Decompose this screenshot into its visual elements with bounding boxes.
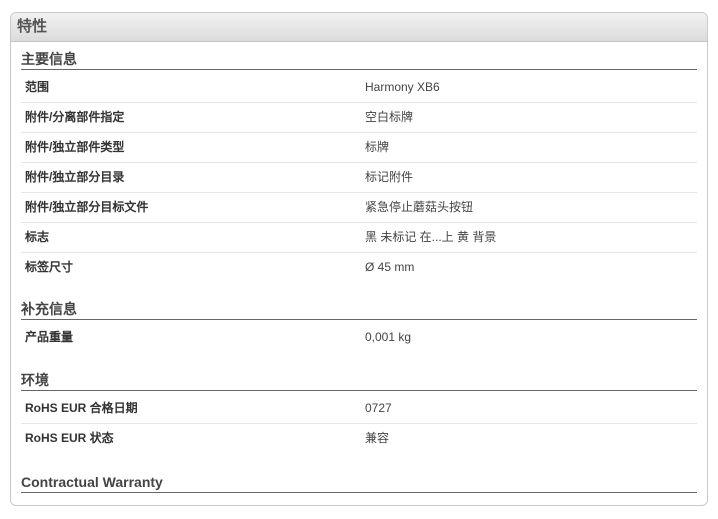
row-value: 标记附件 (365, 170, 414, 184)
section-title: 主要信息 (21, 51, 697, 70)
section-environment: 环境 RoHS EUR 合格日期 0727 RoHS EUR 状态 兼容 (11, 372, 707, 453)
section-title: Contractual Warranty (21, 474, 697, 493)
row-label: 范围 (25, 80, 50, 94)
row-label: 标志 (25, 230, 50, 244)
row-value: 空白标牌 (365, 110, 414, 124)
table-row: 范围 Harmony XB6 (21, 73, 697, 103)
table-row: 附件/分离部件指定 空白标牌 (21, 103, 697, 133)
row-value: 黑 未标记 在...上 黄 背景 (365, 230, 497, 244)
table-row: RoHS EUR 状态 兼容 (21, 424, 697, 453)
characteristics-panel: 特性 主要信息 范围 Harmony XB6 附件/分离部件指定 空白标牌 附件… (10, 12, 708, 506)
section-title: 补充信息 (21, 301, 697, 320)
table-row: 标志 黑 未标记 在...上 黄 背景 (21, 223, 697, 253)
row-value: 0,001 kg (365, 330, 412, 344)
row-label: 附件/独立部件类型 (25, 140, 125, 154)
section-contractual-warranty: Contractual Warranty Period 18 months (11, 474, 707, 505)
row-value: 标牌 (365, 140, 390, 154)
section-main-info: 主要信息 范围 Harmony XB6 附件/分离部件指定 空白标牌 附件/独立… (11, 51, 707, 282)
row-label: 附件/独立部分目录 (25, 170, 125, 184)
row-label: 附件/独立部分目标文件 (25, 200, 149, 214)
row-value: Harmony XB6 (365, 80, 440, 94)
table-row: RoHS EUR 合格日期 0727 (21, 394, 697, 424)
row-label: 产品重量 (25, 330, 74, 344)
row-value: 0727 (365, 401, 392, 415)
table-row: 附件/独立部分目标文件 紧急停止蘑菇头按钮 (21, 193, 697, 223)
table-row: 附件/独立部分目录 标记附件 (21, 163, 697, 193)
row-value: 紧急停止蘑菇头按钮 (365, 200, 474, 214)
table-row: 标签尺寸 Ø 45 mm (21, 253, 697, 282)
table-row: 附件/独立部件类型 标牌 (21, 133, 697, 163)
row-value: Ø 45 mm (365, 260, 415, 274)
table-row: 产品重量 0,001 kg (21, 323, 697, 352)
section-title: 环境 (21, 372, 697, 391)
row-label: 标签尺寸 (25, 260, 74, 274)
row-label: 附件/分离部件指定 (25, 110, 125, 124)
row-value: 18 months (365, 496, 697, 505)
table-row: Period 18 months (21, 496, 697, 505)
section-supplementary-info: 补充信息 产品重量 0,001 kg (11, 301, 707, 352)
row-label: RoHS EUR 状态 (25, 431, 114, 445)
row-value: 兼容 (365, 431, 390, 445)
row-label: RoHS EUR 合格日期 (25, 401, 138, 415)
row-label: Period (21, 496, 365, 505)
panel-title: 特性 (11, 13, 707, 42)
